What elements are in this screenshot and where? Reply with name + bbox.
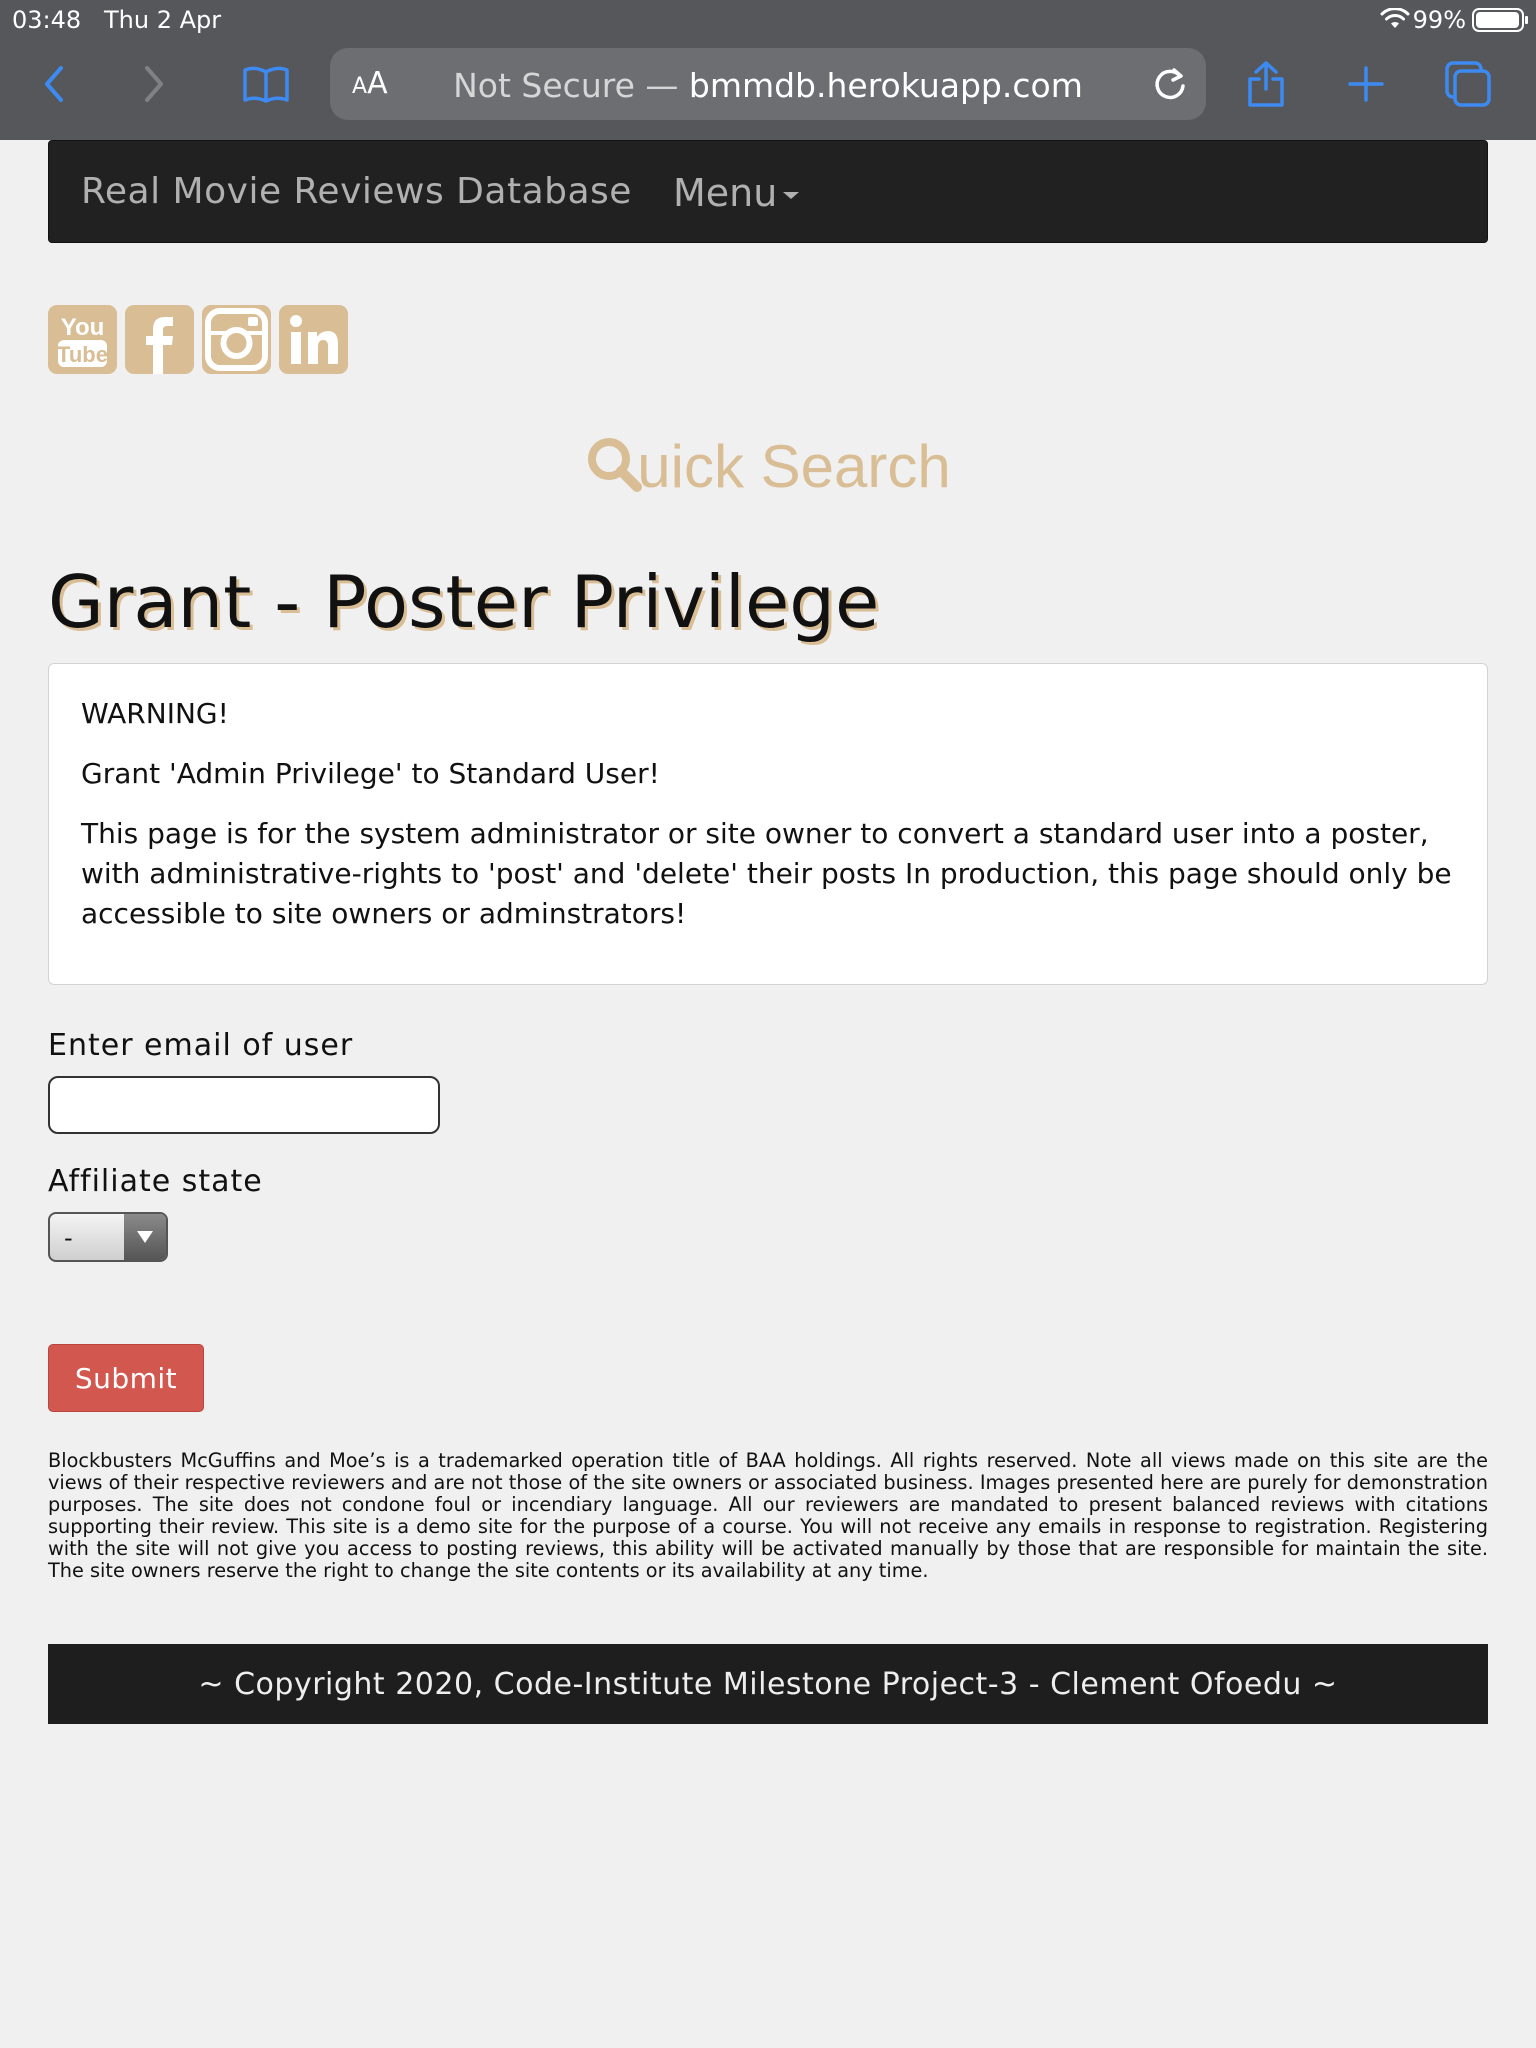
battery-icon xyxy=(1472,8,1528,32)
submit-button[interactable]: Submit xyxy=(48,1344,204,1412)
site-footer: ~ Copyright 2020, Code-Institute Milesto… xyxy=(48,1644,1488,1724)
disclaimer-text: Blockbusters McGuffins and Moe’s is a tr… xyxy=(48,1449,1488,1582)
social-links: You Tube xyxy=(48,305,348,374)
email-label: Enter email of user xyxy=(48,1028,354,1063)
warning-body: This page is for the system administrato… xyxy=(81,817,1452,930)
wifi-icon xyxy=(1380,8,1410,28)
reload-icon[interactable] xyxy=(1148,62,1192,106)
new-tab-icon[interactable] xyxy=(1336,54,1396,114)
warning-card: WARNING! Grant 'Admin Privilege' to Stan… xyxy=(48,663,1488,985)
email-field[interactable] xyxy=(48,1076,440,1134)
warning-subheading: Grant 'Admin Privilege' to Standard User… xyxy=(81,757,660,790)
svg-text:You: You xyxy=(61,314,105,341)
warning-heading: WARNING! xyxy=(81,697,229,730)
status-date: Thu 2 Apr xyxy=(104,6,222,34)
affiliate-selected-value: - xyxy=(64,1224,73,1252)
quick-search-link[interactable]: uick Search xyxy=(0,432,1536,501)
copyright-text: ~ Copyright 2020, Code-Institute Milesto… xyxy=(198,1666,1338,1702)
site-navbar: Real Movie Reviews Database Menu xyxy=(48,140,1488,243)
share-icon[interactable] xyxy=(1236,54,1296,114)
linkedin-icon[interactable] xyxy=(279,305,348,374)
menu-dropdown-toggle[interactable]: Menu xyxy=(673,171,800,215)
tabs-icon[interactable] xyxy=(1438,54,1498,114)
url-text: Not Secure — bmmdb.herokuapp.com xyxy=(453,66,1083,105)
instagram-icon[interactable] xyxy=(202,305,271,374)
svg-text:Tube: Tube xyxy=(57,342,108,367)
quick-search-label: uick Search xyxy=(637,433,951,500)
status-bar: 03:48 Thu 2 Apr 99% xyxy=(0,0,1536,40)
youtube-icon[interactable]: You Tube xyxy=(48,305,117,374)
status-time: 03:48 xyxy=(12,6,82,34)
back-icon[interactable] xyxy=(24,54,84,114)
address-bar[interactable]: AA Not Secure — bmmdb.herokuapp.com xyxy=(330,48,1206,120)
bookmarks-icon[interactable] xyxy=(236,54,296,114)
page-title: Grant - Poster Privilege xyxy=(48,560,880,644)
caret-down-icon xyxy=(783,192,800,199)
forward-icon[interactable] xyxy=(124,54,184,114)
site-brand-link[interactable]: Real Movie Reviews Database xyxy=(81,171,632,212)
search-icon xyxy=(588,438,643,492)
battery-percent: 99% xyxy=(1412,6,1466,34)
dropdown-arrow-icon xyxy=(124,1214,166,1260)
affiliate-label: Affiliate state xyxy=(48,1164,263,1199)
affiliate-state-select[interactable]: - xyxy=(48,1212,168,1262)
facebook-icon[interactable] xyxy=(125,305,194,374)
browser-chrome: 03:48 Thu 2 Apr 99% AA Not Secure — bmmd… xyxy=(0,0,1536,140)
